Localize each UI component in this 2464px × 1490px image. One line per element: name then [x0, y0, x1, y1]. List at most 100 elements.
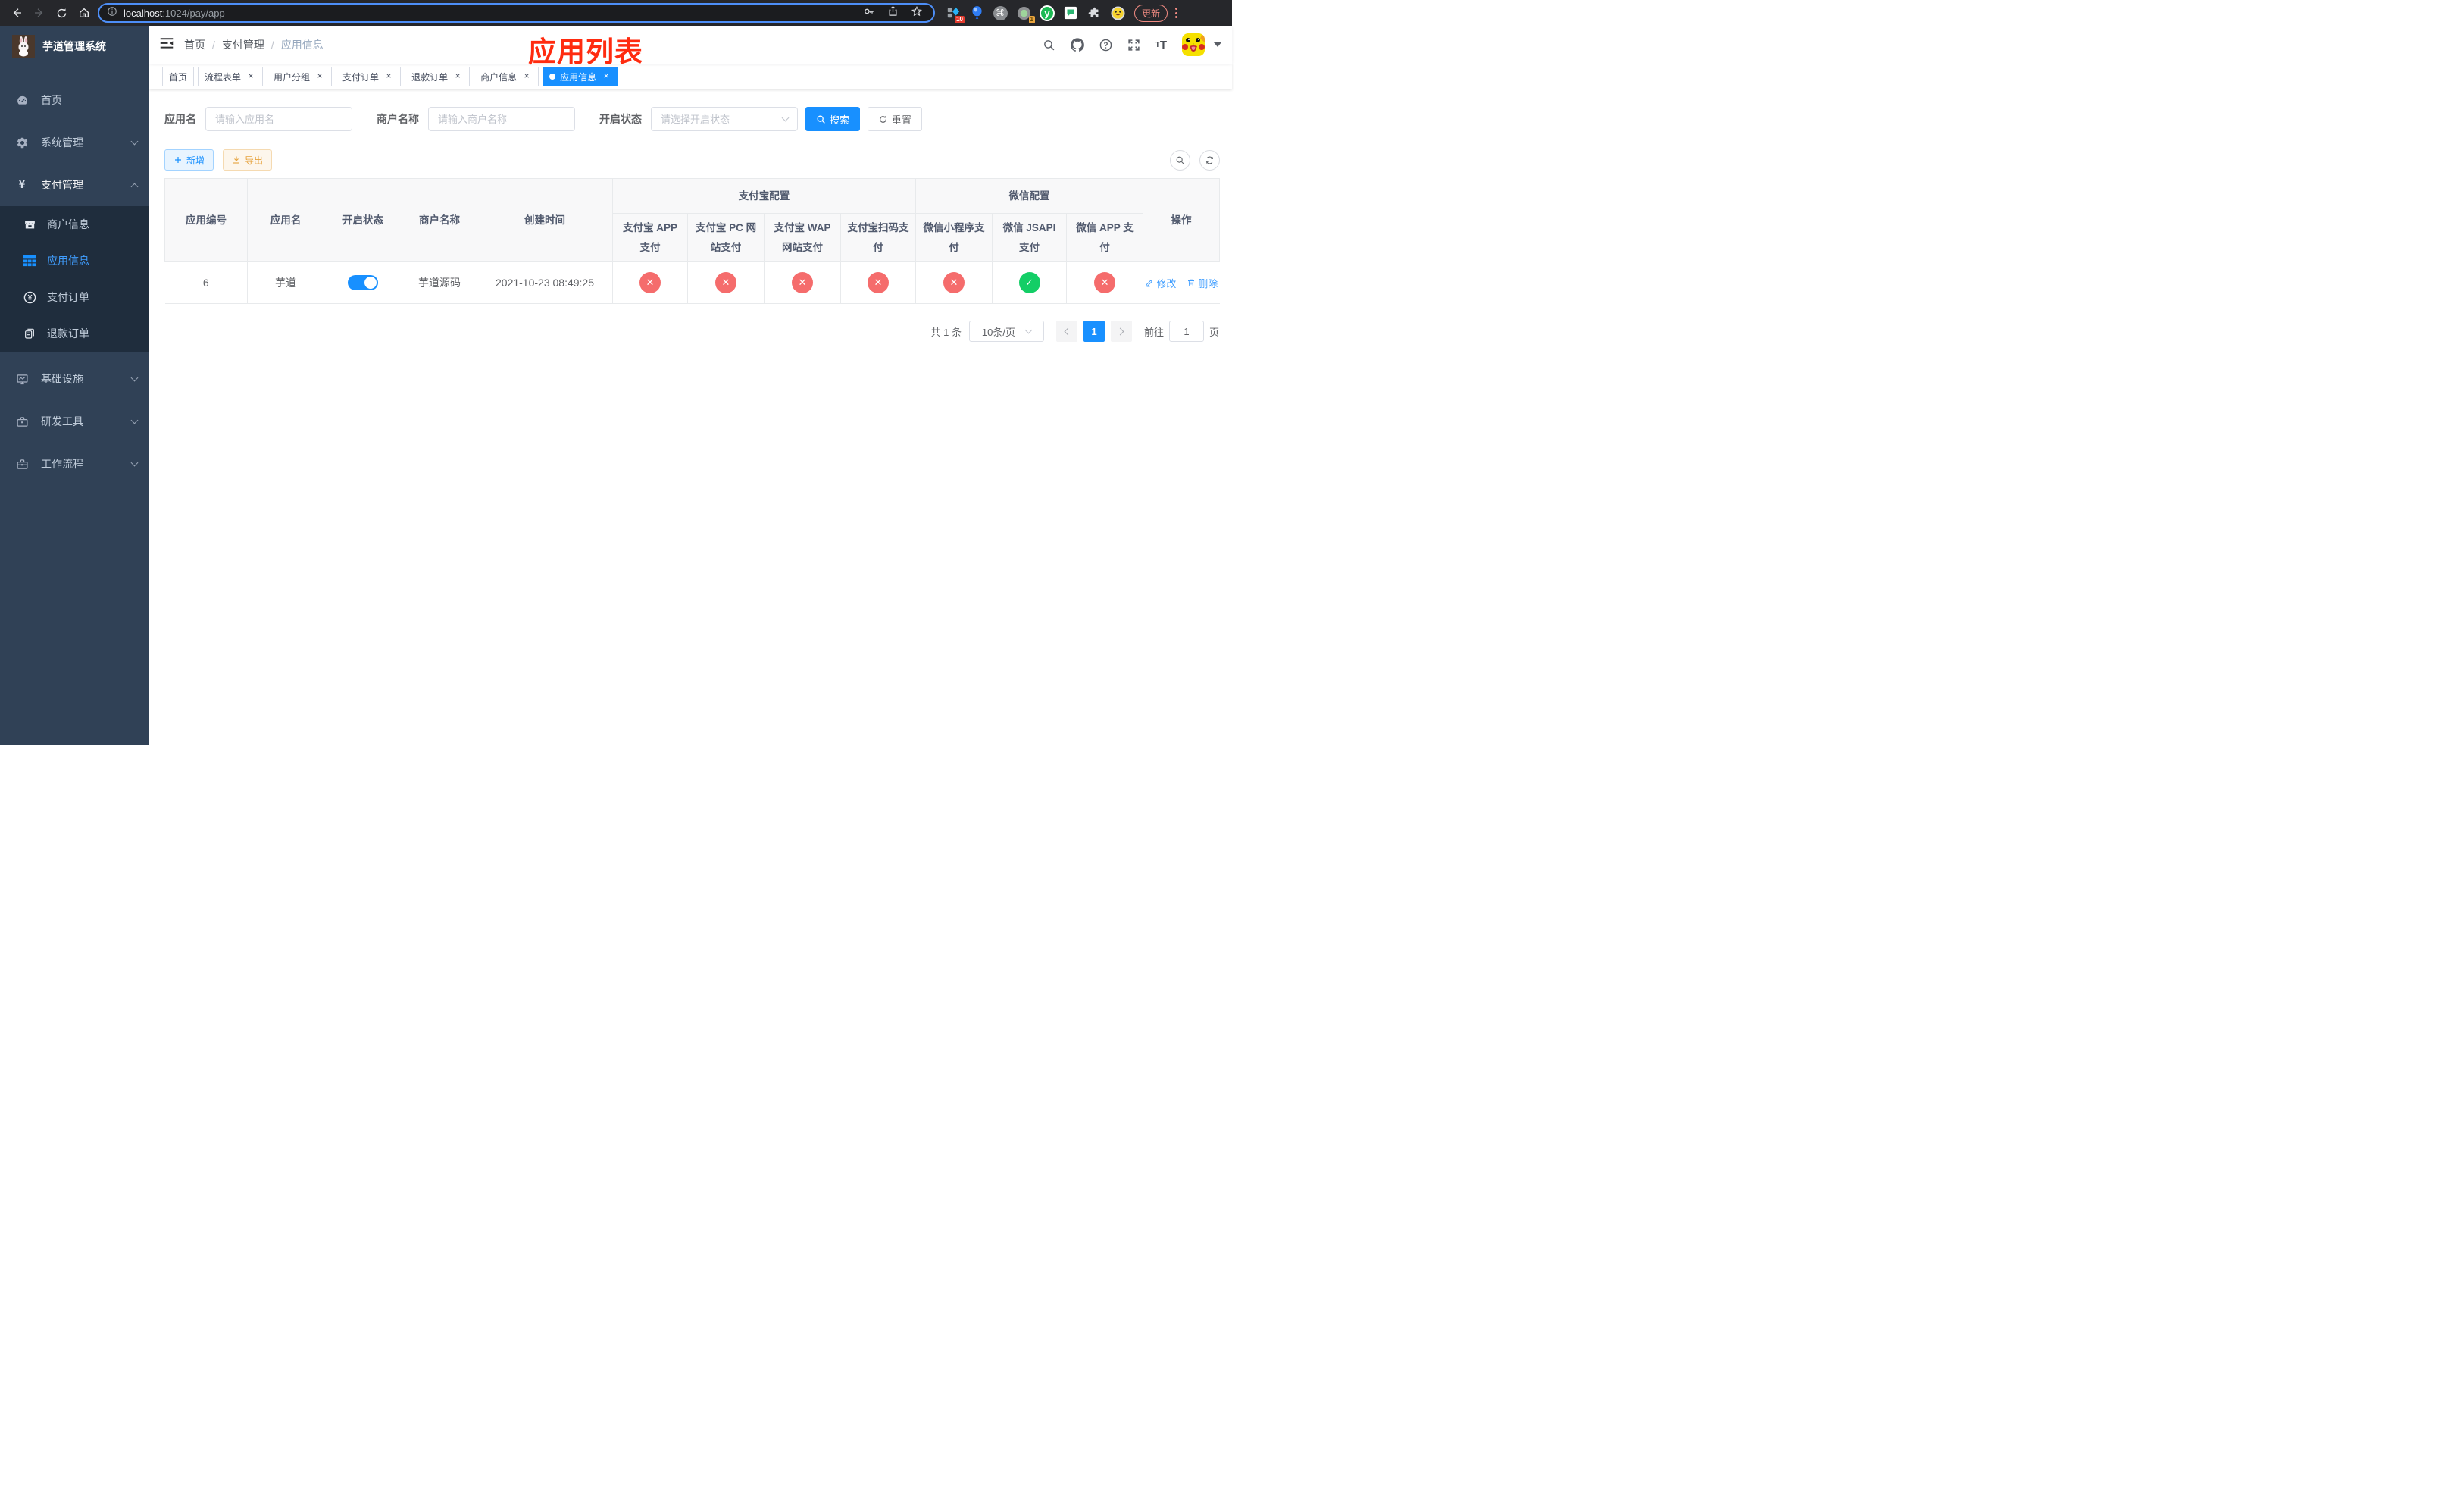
status-select[interactable] [651, 107, 798, 131]
col-header-wx-app: 微信 APP 支付 [1065, 212, 1144, 263]
edit-link[interactable]: 修改 [1145, 276, 1176, 290]
app-logo [12, 35, 35, 58]
sidebar-item-home[interactable]: 首页 [0, 79, 149, 121]
sidebar-item-system[interactable]: 系统管理 [0, 121, 149, 164]
chevron-right-icon [1116, 327, 1124, 336]
reset-button[interactable]: 重置 [868, 107, 923, 131]
sidebar-item-label: 工作流程 [41, 458, 83, 470]
page-size-select[interactable]: 10条/页 [968, 321, 1044, 343]
browser-menu-icon[interactable] [1175, 8, 1178, 18]
status-badge: ✕ [868, 272, 889, 294]
sidebar-fold-icon[interactable] [160, 37, 174, 53]
chevron-up-icon [130, 183, 139, 190]
extension-balloon-icon[interactable] [969, 5, 984, 20]
add-button[interactable]: 新增 [164, 149, 214, 171]
app-name-label: 应用名 [164, 113, 196, 125]
github-icon[interactable] [1070, 38, 1084, 52]
breadcrumb-home[interactable]: 首页 [184, 37, 205, 52]
search-button[interactable]: 搜索 [805, 107, 861, 131]
sidebar-item-workflow[interactable]: 工作流程 [0, 443, 149, 485]
next-page-button[interactable] [1110, 321, 1132, 343]
status-badge: ✕ [715, 272, 736, 294]
site-info-icon[interactable] [107, 6, 117, 20]
sidebar-item-label: 系统管理 [41, 136, 83, 149]
user-avatar[interactable] [1182, 33, 1205, 56]
chevron-down-icon [130, 137, 139, 146]
gear-icon [15, 136, 29, 149]
close-icon[interactable]: × [314, 71, 325, 82]
monitor-icon [15, 373, 29, 386]
chevron-left-icon [1064, 327, 1072, 336]
status-select-input[interactable] [661, 113, 783, 125]
share-icon[interactable] [887, 5, 899, 20]
chevron-down-icon [130, 374, 139, 382]
toggle-search-button[interactable] [1170, 149, 1191, 171]
page-number-1[interactable]: 1 [1083, 321, 1105, 343]
briefcase-icon [15, 458, 29, 471]
extension-command-icon[interactable]: ⌘ [993, 5, 1008, 20]
close-icon[interactable]: × [521, 71, 532, 82]
cell-merchant: 芋道源码 [402, 261, 477, 305]
app-name-input[interactable] [215, 113, 342, 125]
merchant-name-input[interactable] [438, 113, 565, 125]
sidebar-item-infrastructure[interactable]: 基础设施 [0, 358, 149, 400]
documents-icon [23, 327, 36, 340]
close-icon[interactable]: × [452, 71, 463, 82]
sidebar-item-pay-order[interactable]: 支付订单 [0, 279, 149, 315]
extensions-puzzle-icon[interactable] [1087, 5, 1102, 20]
tag-refund-order[interactable]: 退款订单 × [405, 67, 471, 86]
sidebar-item-payment[interactable]: ¥ 支付管理 [0, 164, 149, 206]
help-icon[interactable] [1099, 39, 1112, 52]
sidebar-item-label: 退款订单 [47, 327, 89, 340]
bookmark-star-icon[interactable] [911, 5, 923, 21]
yen-circle-icon [23, 291, 36, 304]
avatar-caret-icon[interactable] [1214, 42, 1222, 47]
col-header-created: 创建时间 [477, 177, 613, 263]
col-header-alipay-qr: 支付宝扫码支付 [840, 212, 916, 263]
tag-pay-order[interactable]: 支付订单 × [336, 67, 402, 86]
header-search-icon[interactable] [1043, 39, 1055, 52]
close-icon[interactable]: × [601, 71, 611, 82]
goto-page-input[interactable] [1168, 321, 1204, 343]
breadcrumb-payment[interactable]: 支付管理 [222, 37, 264, 52]
address-bar[interactable]: localhost:1024/pay/app [98, 3, 935, 23]
fullscreen-icon[interactable] [1127, 39, 1140, 52]
status-badge: ✕ [943, 272, 965, 294]
extension-chat-icon[interactable] [1063, 5, 1078, 20]
tag-home[interactable]: 首页 [162, 67, 195, 86]
tag-user-group[interactable]: 用户分组 × [267, 67, 333, 86]
col-header-actions: 操作 [1143, 177, 1221, 263]
browser-home-icon[interactable] [78, 7, 90, 19]
col-header-wx-jsapi: 微信 JSAPI 支付 [992, 212, 1067, 263]
profile-avatar-icon[interactable] [1110, 5, 1125, 20]
browser-forward-icon[interactable] [33, 7, 45, 19]
sidebar-item-refund-order[interactable]: 退款订单 [0, 315, 149, 352]
extension-tabs-icon[interactable]: 10 [946, 5, 965, 23]
delete-link[interactable]: 删除 [1187, 276, 1218, 290]
font-size-icon[interactable]: TT [1155, 39, 1167, 52]
table-row: 6 芋道 芋道源码 2021-10-23 08:49:25 ✕ ✕ ✕ ✕ ✕ … [164, 261, 1220, 305]
browser-back-icon[interactable] [11, 7, 23, 19]
browser-reload-icon[interactable] [56, 8, 67, 19]
extension-recorder-icon[interactable]: 1 [1016, 5, 1035, 23]
status-toggle[interactable] [348, 275, 378, 291]
export-button[interactable]: 导出 [223, 149, 273, 171]
refresh-table-button[interactable] [1199, 149, 1221, 171]
yen-icon: ¥ [18, 178, 26, 191]
sidebar-item-merchant-info[interactable]: 商户信息 [0, 206, 149, 243]
close-icon[interactable]: × [383, 71, 394, 82]
chevron-down-icon [130, 459, 139, 467]
prev-page-button[interactable] [1055, 321, 1077, 343]
sidebar-item-devtools[interactable]: 研发工具 [0, 400, 149, 443]
browser-toolbar: localhost:1024/pay/app 10 ⌘ 1 y 更新 [0, 0, 1232, 26]
url-text[interactable]: localhost:1024/pay/app [124, 8, 863, 19]
close-icon[interactable]: × [245, 71, 256, 82]
browser-update-button[interactable]: 更新 [1134, 4, 1168, 22]
sidebar-item-app-info[interactable]: 应用信息 [0, 243, 149, 279]
total-count: 共 1 条 [930, 326, 962, 338]
password-key-icon[interactable] [863, 5, 875, 21]
tag-process-form[interactable]: 流程表单 × [198, 67, 264, 86]
cell-app-id: 6 [164, 261, 248, 305]
app-logo-row[interactable]: 芋道管理系统 [0, 26, 149, 67]
extension-y-icon[interactable]: y [1040, 5, 1055, 21]
